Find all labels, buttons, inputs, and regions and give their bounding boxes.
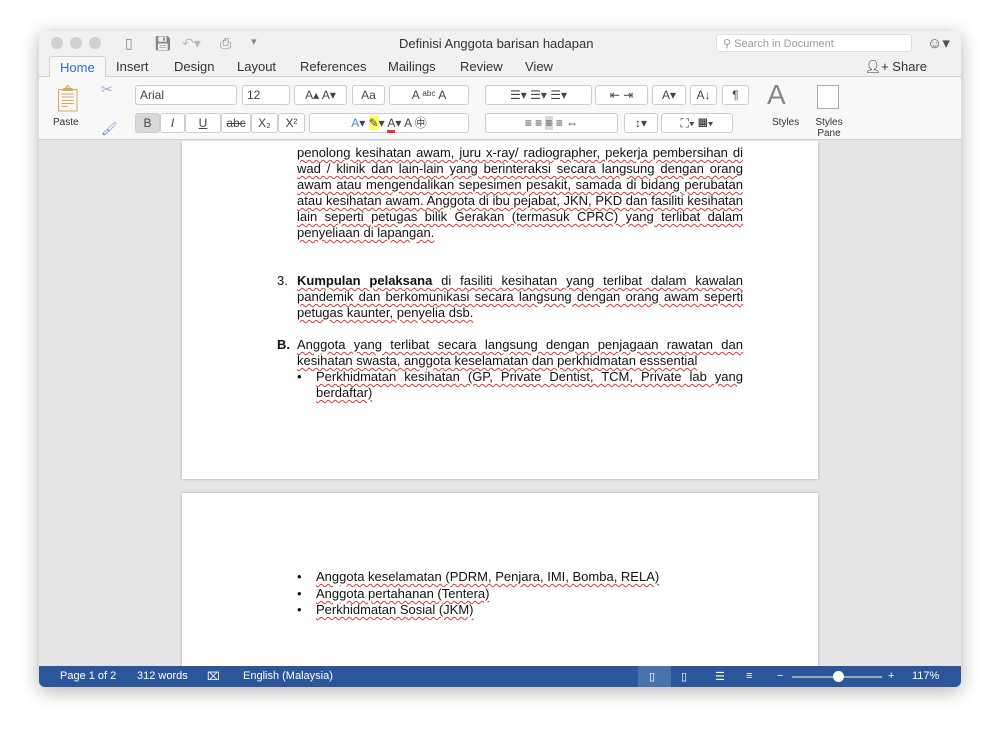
tab-insert[interactable]: Insert [116,59,149,74]
bullet-item: Perkhidmatan kesihatan (GP, Private Dent… [316,369,743,400]
line-spacing-button[interactable]: ↕▾ [624,113,658,133]
bold-button[interactable]: B [135,113,160,133]
minimize-button[interactable] [70,37,82,49]
print-layout-icon: ▯ [649,671,656,683]
alignment-buttons[interactable]: ≡ ≡ ≡ ≡ ⇔ [485,113,618,133]
tab-design[interactable]: Design [174,59,214,74]
outline-view-icon[interactable]: ☰ [715,670,725,683]
strikethrough-button[interactable]: abc [221,113,251,133]
italic-button[interactable]: I [160,113,185,133]
ribbon-home: 📋︎ Paste ✂ 🖌︎ Arial 12 A▴ A▾ Aa A ᵃᵇᶜ A … [39,77,961,140]
font-size-value: 12 [247,88,261,102]
web-layout-icon[interactable]: ▯ [681,670,687,683]
grow-shrink-font-buttons[interactable]: A▴ A▾ [294,85,347,105]
cut-icon[interactable]: ✂ [101,81,113,98]
paste-label: Paste [53,117,79,128]
show-formatting-button[interactable]: ¶ [722,85,749,105]
text-direction-button[interactable]: A▾ [652,85,686,105]
tab-references[interactable]: References [300,59,366,74]
tab-layout[interactable]: Layout [237,59,276,74]
bullet-item: Perkhidmatan Sosial (JKM) [316,602,474,617]
window-title: Definisi Anggota barisan hadapan [399,36,594,51]
proofing-icon[interactable]: ⌧ [207,670,220,683]
list-number: 3. [277,273,288,288]
change-case-button[interactable]: Aa [352,85,385,105]
underline-button[interactable]: U [185,113,221,133]
zoom-button[interactable] [89,37,101,49]
draft-view-icon[interactable]: ≡ [746,670,752,682]
tab-view[interactable]: View [525,59,553,74]
close-button[interactable] [51,37,63,49]
bullet: • [297,586,302,601]
font-name-select[interactable]: Arial [135,85,237,105]
styles-pane-label: Styles Pane [815,117,843,139]
bullet: • [297,569,302,584]
bullet-item: Anggota keselamatan (PDRM, Penjara, IMI,… [316,569,660,584]
zoom-level[interactable]: 117% [912,670,939,682]
page-count[interactable]: Page 1 of 2 [60,670,116,682]
list-item-b: Anggota yang terlibat secara langsung de… [297,337,743,368]
subscript-button[interactable]: X₂ [251,113,278,133]
styles-label: Styles [772,117,800,128]
language[interactable]: English (Malaysia) [243,670,333,682]
sidebar-icon[interactable]: ▯ [125,35,133,52]
bullet: • [297,602,302,617]
page-2: • Anggota keselamatan (PDRM, Penjara, IM… [182,493,818,666]
ribbon-tabs: Home Insert Design Layout References Mai… [39,55,961,78]
tab-review[interactable]: Review [460,59,503,74]
paragraph-text: penolong kesihatan awam, juru x-ray/ rad… [297,145,743,240]
font-name-value: Arial [140,88,165,102]
styles-icon[interactable]: A [767,79,786,111]
print-icon[interactable]: ⎙ [220,35,231,52]
superscript-button[interactable]: X² [278,113,305,133]
zoom-out-button[interactable]: − [777,670,783,682]
undo-icon[interactable]: ↶▾ [182,35,201,52]
item-bold-text: Kumpulan pelaksana [297,273,433,288]
status-bar: Page 1 of 2 312 words ⌧ English (Malaysi… [39,666,961,687]
save-icon[interactable]: 💾︎ [154,35,172,52]
list-buttons[interactable]: ☰▾ ☰▾ ☰▾ [485,85,592,105]
clear-formatting-button[interactable]: A ᵃᵇᶜ A [389,85,469,105]
shading-borders-buttons[interactable]: ⛶▾ ▦▾ [661,113,733,133]
word-count[interactable]: 312 words [137,670,188,682]
page-1: penolong kesihatan awam, juru x-ray/ rad… [182,141,818,479]
tab-home[interactable]: Home [49,56,106,78]
word-window: ▯ 💾︎ ↶▾ ⎙ ▾ Definisi Anggota barisan had… [39,31,961,687]
indent-buttons[interactable]: ⇤ ⇥ [595,85,648,105]
font-size-select[interactable]: 12 [242,85,290,105]
bullet: • [297,369,302,384]
search-placeholder: Search in Document [734,38,834,50]
styles-pane-icon[interactable] [817,85,839,109]
zoom-in-button[interactable]: + [888,670,894,682]
list-item-3: Kumpulan pelaksana di fasiliti kesihatan… [297,273,743,321]
document-area[interactable]: penolong kesihatan awam, juru x-ray/ rad… [39,141,961,666]
customize-toolbar-icon[interactable]: ▾ [251,35,257,48]
tab-mailings[interactable]: Mailings [388,59,436,74]
search-input[interactable]: ⚲ Search in Document [716,34,912,52]
title-bar: ▯ 💾︎ ↶▾ ⎙ ▾ Definisi Anggota barisan had… [39,31,961,55]
bullet-item: Anggota pertahanan (Tentera) [316,586,490,601]
paste-icon[interactable]: 📋︎ [51,83,84,114]
text-effects-highlight-color-buttons[interactable]: A▾ ✎▾ A▾ A ㊥ [309,113,469,133]
list-letter: B. [277,337,290,352]
feedback-smiley-icon[interactable]: ☺▾ [927,34,950,52]
share-button[interactable]: 👤︎+ Share [865,59,927,75]
format-painter-icon[interactable]: 🖌︎ [101,121,118,137]
sort-button[interactable]: A↓ [690,85,717,105]
share-label: Share [892,59,927,74]
zoom-slider-handle[interactable] [833,671,844,682]
